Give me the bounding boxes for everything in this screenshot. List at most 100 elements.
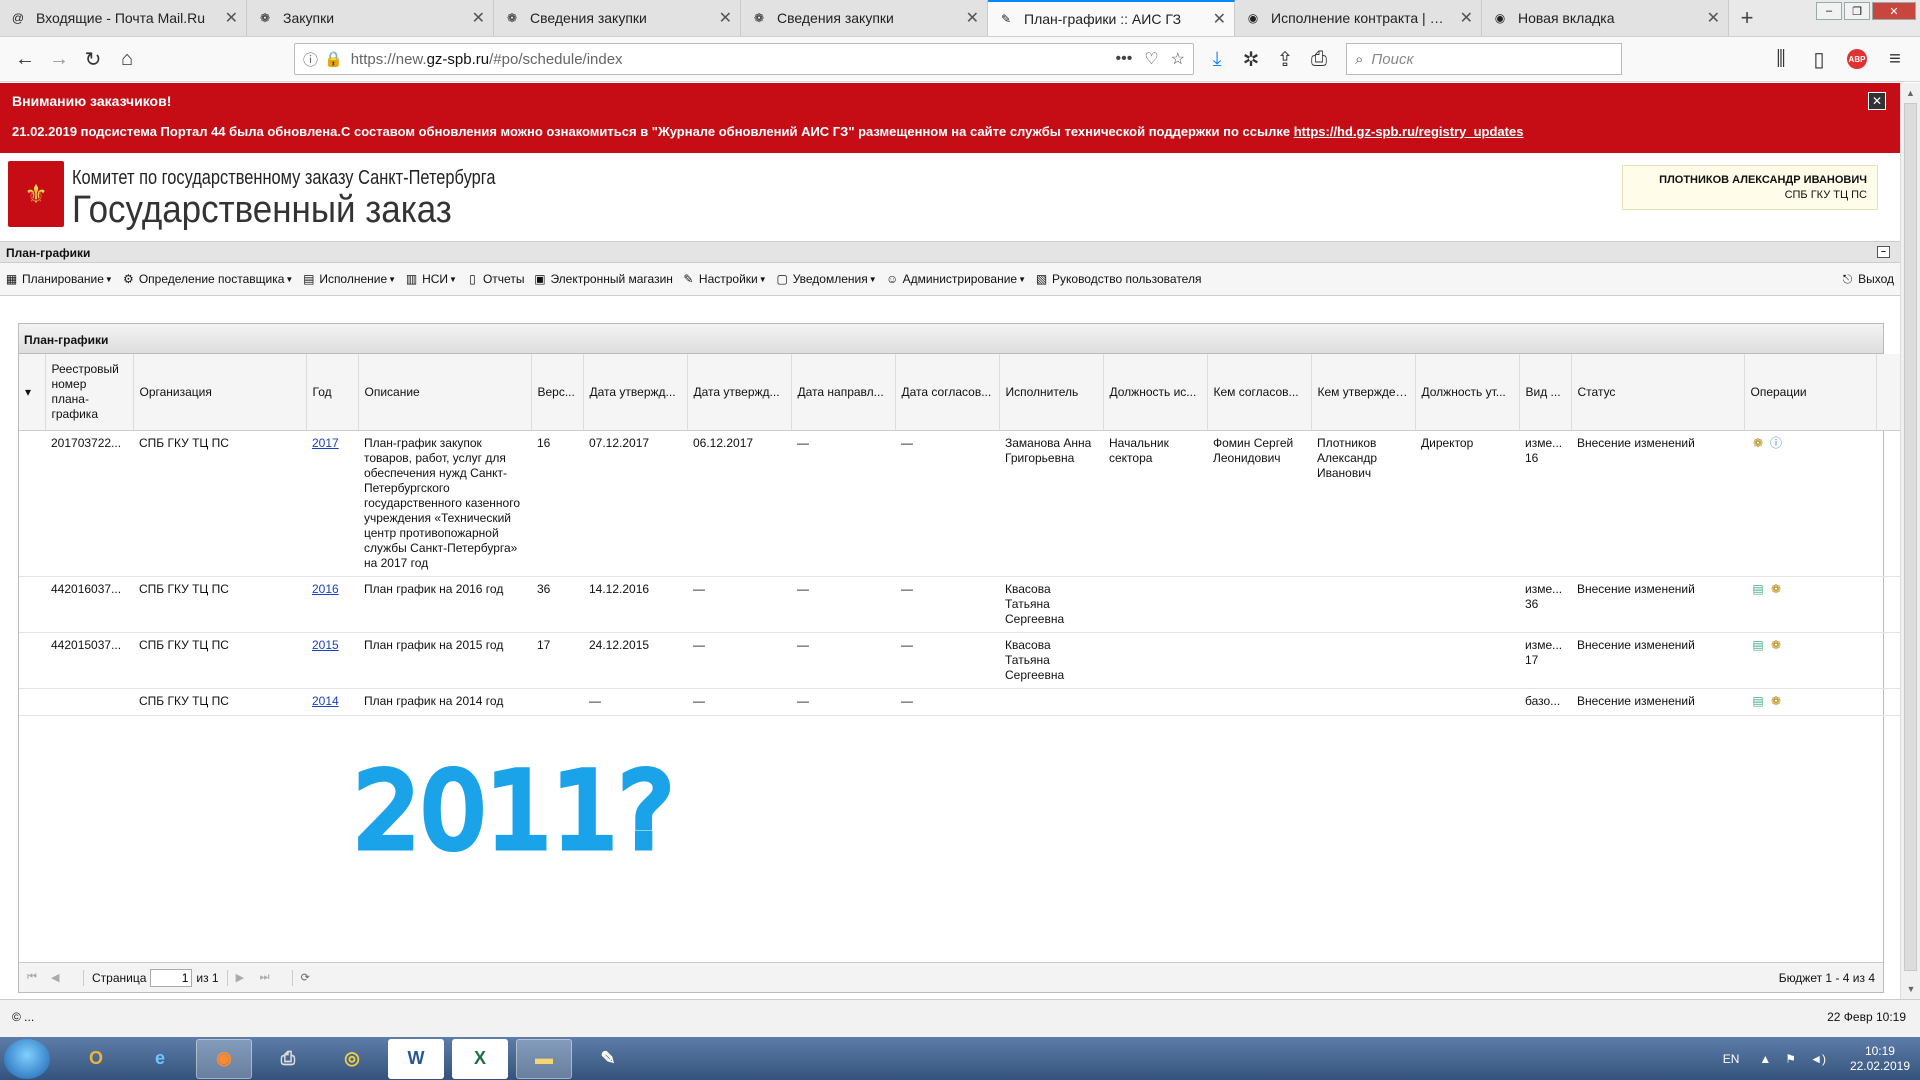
tab-close-icon[interactable]: ✕ — [1460, 8, 1473, 28]
network-icon[interactable]: ⚑ — [1785, 1052, 1796, 1066]
taskbar-explorer-icon[interactable]: ▬ — [516, 1038, 572, 1079]
close-window-button[interactable]: ✕ — [1872, 2, 1916, 20]
page-number-input[interactable] — [150, 968, 193, 987]
language-indicator[interactable]: EN — [1723, 1052, 1740, 1066]
taskbar-ie-icon[interactable]: e — [132, 1039, 188, 1079]
forward-button[interactable]: → — [42, 43, 76, 75]
column-header[interactable]: Год — [306, 354, 359, 431]
column-header[interactable]: Статус — [1571, 354, 1745, 431]
print-icon[interactable]: ⎙ — [1302, 43, 1336, 75]
adblock-icon[interactable]: ABP — [1840, 43, 1874, 75]
emblem-icon[interactable]: ❁ — [1750, 436, 1766, 452]
taskbar-printer-icon[interactable]: ⎙ — [260, 1039, 316, 1079]
row-select-cell[interactable] — [19, 632, 45, 689]
browser-tab[interactable]: @ Входящие - Почта Mail.Ru ✕ — [0, 0, 247, 36]
column-header[interactable]: Дата утвержд... — [687, 354, 792, 431]
browser-tab[interactable]: ✎ План-графики :: АИС ГЗ ✕ — [988, 0, 1235, 36]
menu-item[interactable]: ▣ Электронный магазин — [532, 272, 673, 287]
tray-expand-icon[interactable]: ▲ — [1759, 1052, 1771, 1066]
gear-icon[interactable]: ✲ — [1234, 43, 1268, 75]
clock[interactable]: 10:19 22.02.2019 — [1850, 1044, 1910, 1074]
column-header[interactable]: Исполнитель — [999, 354, 1104, 431]
menu-item[interactable]: ▯ Отчеты — [465, 272, 524, 287]
page-actions-icon[interactable]: ••• — [1116, 50, 1133, 68]
row-select-cell[interactable] — [19, 430, 45, 577]
menu-item[interactable]: ☺ Администрирование ▼ — [885, 272, 1026, 287]
column-chooser[interactable]: ▾ — [19, 354, 46, 431]
download-icon[interactable]: ⤓ — [1200, 43, 1234, 75]
taskbar-word-icon[interactable]: W — [388, 1038, 444, 1079]
menu-item[interactable]: ▧ Руководство пользователя — [1034, 272, 1202, 287]
tab-close-icon[interactable]: ✕ — [225, 8, 238, 28]
extension-icon[interactable]: ⇪ — [1268, 43, 1302, 75]
last-page-button[interactable]: ⏭ — [260, 971, 278, 984]
browser-tab[interactable]: ◉ Новая вкладка ✕ — [1482, 0, 1729, 36]
row-select-cell[interactable] — [19, 688, 45, 716]
column-header[interactable]: Должность ис... — [1103, 354, 1208, 431]
tab-close-icon[interactable]: ✕ — [1707, 8, 1720, 28]
info-icon[interactable]: ⓘ — [1768, 436, 1784, 452]
menu-item[interactable]: ▥ НСИ ▼ — [404, 272, 457, 287]
table-row[interactable]: 442015037... СПБ ГКУ ТЦ ПС 2015 План график… — [19, 632, 1900, 689]
taskbar-excel-icon[interactable]: X — [452, 1038, 508, 1079]
column-header[interactable]: Вид ... — [1519, 354, 1572, 431]
row-select-cell[interactable] — [19, 576, 45, 633]
address-bar[interactable]: ⓘ 🔒 https://new.gz-spb.ru/#po/schedule/i… — [294, 43, 1194, 75]
menu-item[interactable]: ▢ Уведомления ▼ — [775, 272, 877, 287]
page-scrollbar[interactable]: ▲ ▼ — [1900, 83, 1920, 999]
prev-page-button[interactable]: ◀ — [51, 971, 69, 984]
emblem-icon[interactable]: ❁ — [1768, 694, 1784, 710]
menu-item[interactable]: ⚙ Определение поставщика ▼ — [121, 272, 293, 287]
banner-close-button[interactable]: ✕ — [1868, 92, 1886, 110]
collapse-button[interactable]: – — [1877, 246, 1890, 258]
scroll-up-button[interactable]: ▲ — [1901, 83, 1920, 103]
new-tab-button[interactable]: + — [1729, 0, 1765, 36]
search-input[interactable]: ⌕ Поиск — [1346, 43, 1622, 75]
browser-tab[interactable]: ❁ Сведения закупки ✕ — [494, 0, 741, 36]
scroll-thumb[interactable] — [1904, 103, 1917, 971]
home-button[interactable]: ⌂ — [110, 43, 144, 75]
column-header[interactable]: Описание — [358, 354, 532, 431]
column-header[interactable]: Кем утверждено — [1311, 354, 1416, 431]
url-text[interactable]: https://new.gz-spb.ru/#po/schedule/index — [351, 51, 1104, 68]
next-page-button[interactable]: ▶ — [236, 971, 254, 984]
browser-tab[interactable]: ◉ Исполнение контракта | HelpDesk ✕ — [1235, 0, 1482, 36]
column-header[interactable]: Реестровый номер плана-графика — [45, 354, 134, 431]
table-row[interactable]: СПБ ГКУ ТЦ ПС 2014 План график на 2014 год… — [19, 688, 1900, 716]
tab-close-icon[interactable]: ✕ — [1213, 9, 1226, 29]
column-header[interactable]: Дата направл... — [791, 354, 896, 431]
menu-item[interactable]: ✎ Настройки ▼ — [681, 272, 766, 287]
minimize-button[interactable]: – — [1816, 2, 1842, 20]
menu-item[interactable]: ▤ Исполнение ▼ — [301, 272, 396, 287]
info-icon[interactable]: ⓘ — [303, 49, 318, 70]
library-icon[interactable]: ⫼ — [1764, 43, 1798, 75]
tab-close-icon[interactable]: ✕ — [966, 8, 979, 28]
logout-button[interactable]: ⎋ Выход — [1840, 272, 1894, 287]
sidebar-icon[interactable]: ▯ — [1802, 43, 1836, 75]
column-header[interactable]: Операции — [1744, 354, 1877, 431]
taskbar-paint-icon[interactable]: ✎ — [580, 1039, 636, 1079]
first-page-button[interactable]: ⏮ — [27, 971, 45, 984]
table-row[interactable]: 442016037... СПБ ГКУ ТЦ ПС 2016 План график… — [19, 576, 1900, 633]
column-header[interactable]: Верс... — [531, 354, 584, 431]
taskbar-chrome-icon[interactable]: ◎ — [324, 1039, 380, 1079]
start-button[interactable] — [4, 1038, 50, 1079]
maximize-button[interactable]: ❐ — [1844, 2, 1870, 20]
emblem-icon[interactable]: ❁ — [1768, 638, 1784, 654]
volume-icon[interactable]: ◄) — [1810, 1052, 1826, 1066]
table-row[interactable]: 201703722... СПБ ГКУ ТЦ ПС 2017 План-график… — [19, 430, 1900, 577]
edit-document-icon[interactable]: ▤ — [1750, 694, 1766, 710]
browser-tab[interactable]: ❁ Сведения закупки ✕ — [741, 0, 988, 36]
column-header[interactable]: Кем согласов... — [1207, 354, 1312, 431]
edit-document-icon[interactable]: ▤ — [1750, 582, 1766, 598]
emblem-icon[interactable]: ❁ — [1768, 582, 1784, 598]
column-header[interactable]: Организация — [133, 354, 307, 431]
taskbar-firefox-icon[interactable]: ◉ — [196, 1038, 252, 1079]
menu-item[interactable]: ▦ Планирование ▼ — [4, 272, 113, 287]
tab-close-icon[interactable]: ✕ — [719, 8, 732, 28]
browser-tab[interactable]: ❁ Закупки ✕ — [247, 0, 494, 36]
user-info[interactable]: ПЛОТНИКОВ АЛЕКСАНДР ИВАНОВИЧ СПБ ГКУ ТЦ … — [1622, 165, 1878, 210]
year-link[interactable]: 2017 — [312, 436, 339, 450]
back-button[interactable]: ← — [8, 43, 42, 75]
registry-updates-link[interactable]: https://hd.gz-spb.ru/registry_updates — [1294, 124, 1524, 139]
